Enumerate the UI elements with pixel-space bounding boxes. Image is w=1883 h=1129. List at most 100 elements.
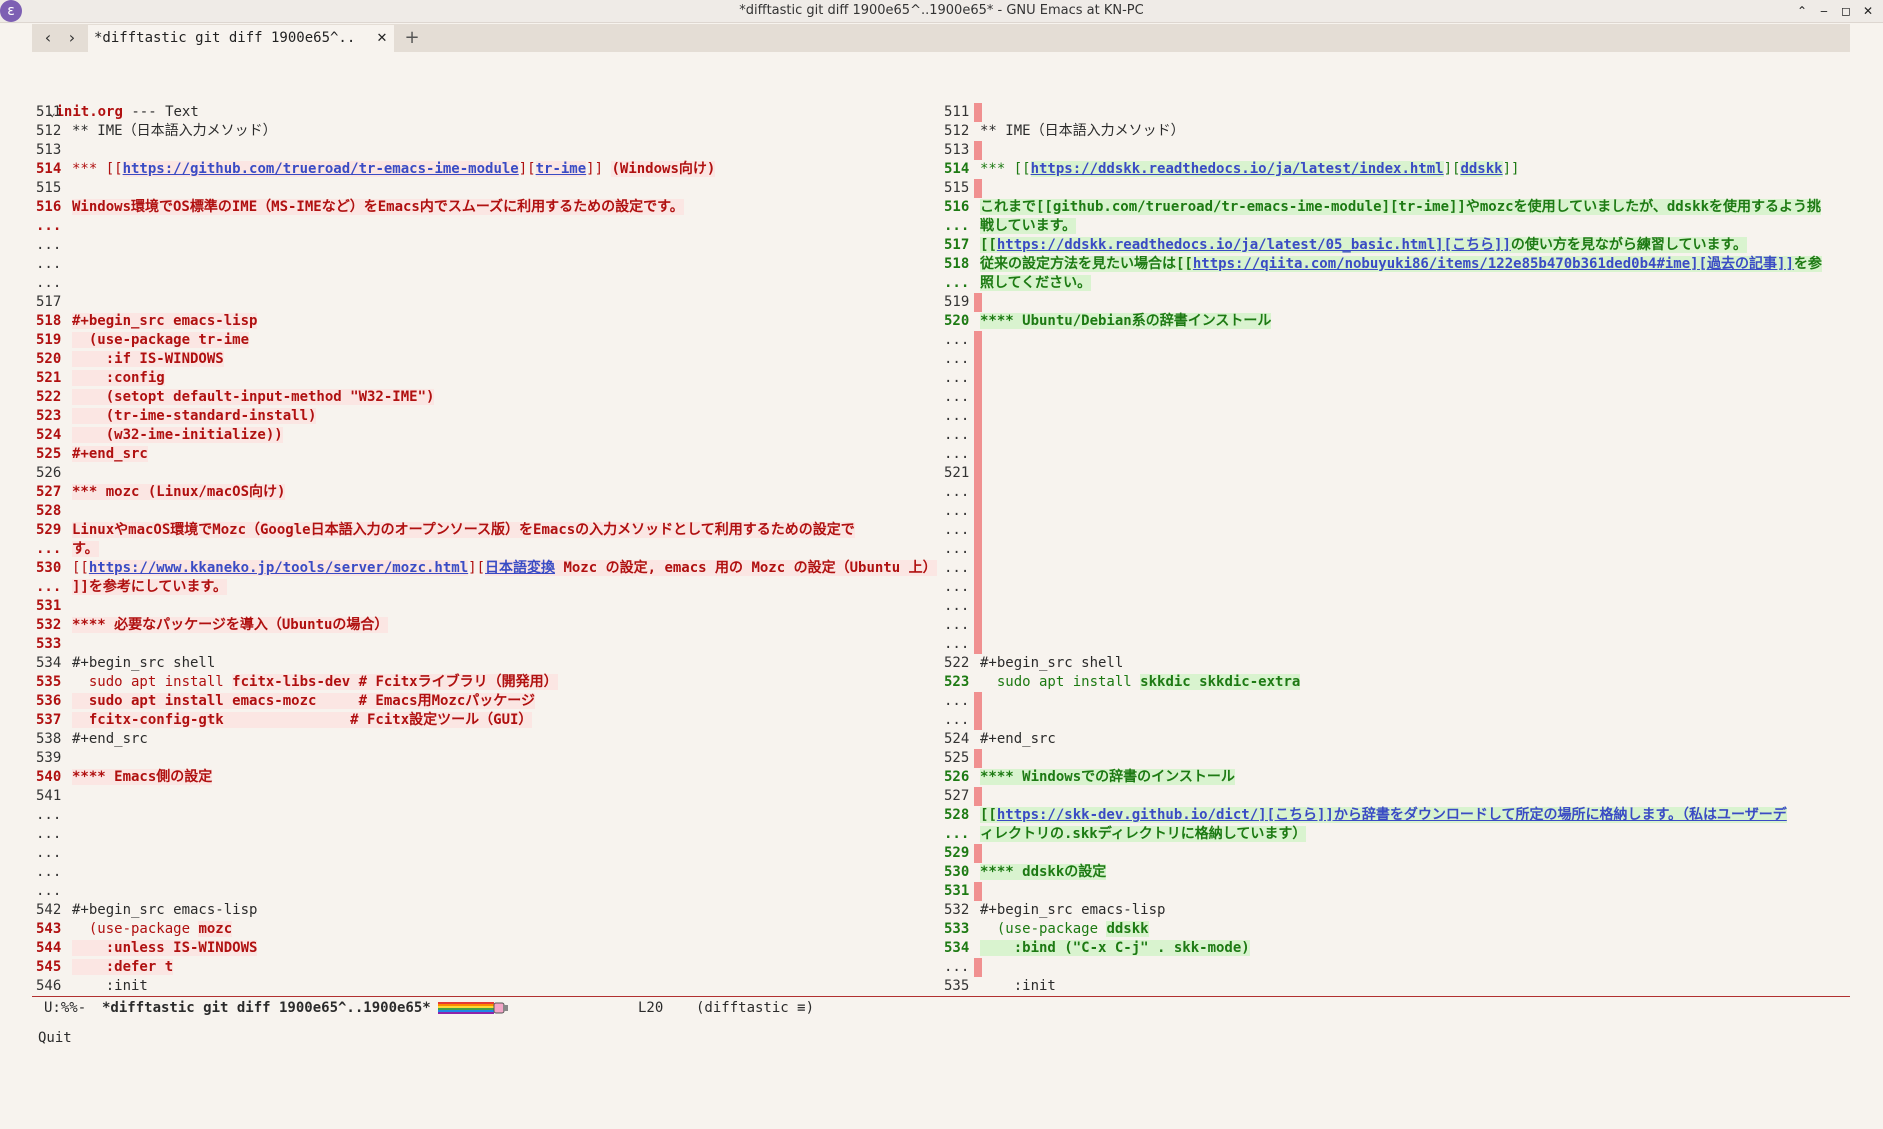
diff-line[interactable]: 517 [[https://ddskk.readthedocs.io/ja/lat…: [944, 236, 1850, 255]
link[interactable]: 日本語変換: [485, 560, 556, 576]
keep-above-icon[interactable]: ⌃: [1792, 0, 1812, 22]
diff-line[interactable]: ...: [36, 255, 936, 274]
diff-line[interactable]: ...: [944, 502, 1850, 521]
diff-line[interactable]: ...: [36, 825, 936, 844]
diff-line[interactable]: 534 #+begin_src shell: [36, 654, 936, 673]
maximize-button[interactable]: ◻: [1836, 0, 1856, 22]
diff-line[interactable]: 528 [[https://skk-dev.github.io/dict/][こち…: [944, 806, 1850, 825]
diff-line[interactable]: 530 **** ddskkの設定: [944, 863, 1850, 882]
diff-line[interactable]: 533: [36, 635, 936, 654]
diff-line[interactable]: 515: [944, 179, 1850, 198]
diff-line[interactable]: 529 LinuxやmacOS環境でMozc（Google日本語入力のオープンソー…: [36, 521, 936, 540]
major-mode[interactable]: (difftastic ≡): [696, 997, 814, 1019]
diff-line[interactable]: 541: [36, 787, 936, 806]
diff-line[interactable]: 535 sudo apt install fcitx-libs-dev # Fc…: [36, 673, 936, 692]
diff-line[interactable]: 545 :defer t: [36, 958, 936, 977]
diff-line[interactable]: 531: [944, 882, 1850, 901]
diff-line[interactable]: 540 **** Emacs側の設定: [36, 768, 936, 787]
diff-line[interactable]: 518 #+begin_src emacs-lisp: [36, 312, 936, 331]
diff-line[interactable]: 511: [36, 103, 936, 122]
diff-line[interactable]: ...: [944, 711, 1850, 730]
diff-line[interactable]: 526: [36, 464, 936, 483]
diff-line[interactable]: 529: [944, 844, 1850, 863]
diff-line[interactable]: ...: [944, 616, 1850, 635]
diff-line[interactable]: 528: [36, 502, 936, 521]
diff-line[interactable]: 531: [36, 597, 936, 616]
diff-line[interactable]: 526 **** Windowsでの辞書のインストール: [944, 768, 1850, 787]
diff-line[interactable]: 522 (setopt default-input-method "W32-IM…: [36, 388, 936, 407]
diff-line[interactable]: 546 :init: [36, 977, 936, 996]
diff-line[interactable]: 521: [944, 464, 1850, 483]
minimize-button[interactable]: ‒: [1814, 0, 1834, 22]
diff-line[interactable]: 513: [36, 141, 936, 160]
diff-line[interactable]: 521 :config: [36, 369, 936, 388]
diff-line[interactable]: 515: [36, 179, 936, 198]
diff-line[interactable]: 539: [36, 749, 936, 768]
diff-line[interactable]: 520 **** Ubuntu/Debian系の辞書インストール: [944, 312, 1850, 331]
diff-line[interactable]: ... 照してください。: [944, 274, 1850, 293]
diff-line[interactable]: ...: [36, 274, 936, 293]
diff-line[interactable]: 514 *** [[https://github.com/trueroad/tr-…: [36, 160, 936, 179]
diff-line[interactable]: ...: [944, 578, 1850, 597]
diff-line[interactable]: ...: [36, 217, 936, 236]
diff-line[interactable]: ... ィレクトリの.skkディレクトリに格納しています）: [944, 825, 1850, 844]
diff-line[interactable]: 542 #+begin_src emacs-lisp: [36, 901, 936, 920]
diff-line[interactable]: 525 #+end_src: [36, 445, 936, 464]
diff-line[interactable]: 527: [944, 787, 1850, 806]
diff-line[interactable]: ...: [944, 692, 1850, 711]
link[interactable]: https://skk-dev.github.io/dict/][こちら]]: [996, 807, 1334, 823]
diff-line[interactable]: 523 sudo apt install skkdic skkdic-extra: [944, 673, 1850, 692]
diff-line[interactable]: ...: [944, 350, 1850, 369]
link[interactable]: https://qiita.com/nobuyuki86/items/122e8…: [1192, 256, 1794, 272]
diff-line[interactable]: 516 これまで[[github.com/trueroad/tr-emacs-im…: [944, 198, 1850, 217]
diff-line[interactable]: ...: [944, 388, 1850, 407]
diff-line[interactable]: 537 fcitx-config-gtk # Fcitx設定ツール（GUI）: [36, 711, 936, 730]
diff-line[interactable]: ...: [944, 426, 1850, 445]
link[interactable]: https://ddskk.readthedocs.io/ja/latest/i…: [1030, 161, 1444, 177]
tab-back-button[interactable]: ‹: [36, 24, 60, 52]
diff-line[interactable]: 524 #+end_src: [944, 730, 1850, 749]
diff-line[interactable]: 519 (use-package tr-ime: [36, 331, 936, 350]
diff-line[interactable]: ...: [944, 521, 1850, 540]
diff-line[interactable]: 532 **** 必要なパッケージを導入（Ubuntuの場合）: [36, 616, 936, 635]
tab-close-icon[interactable]: ✕: [374, 25, 390, 52]
diff-line[interactable]: 518 従来の設定方法を見たい場合は[[https://qiita.com/nob…: [944, 255, 1850, 274]
tab-forward-button[interactable]: ›: [60, 24, 84, 52]
diff-line[interactable]: ...: [944, 559, 1850, 578]
link[interactable]: https://www.kkaneko.jp/tools/server/mozc…: [88, 560, 469, 576]
left-diff-pane[interactable]: 511 512 ** IME（日本語入力メソッド） 513 514 *** [[https…: [36, 103, 937, 996]
diff-line[interactable]: 523 (tr-ime-standard-install): [36, 407, 936, 426]
diff-line[interactable]: ...]]を参考にしています。: [36, 578, 936, 597]
diff-line[interactable]: 530 [[https://www.kkaneko.jp/tools/server…: [36, 559, 937, 578]
link[interactable]: https://github.com/trueroad/tr-emacs-ime…: [122, 161, 519, 177]
minibuffer[interactable]: Quit: [38, 1028, 72, 1048]
diff-line[interactable]: 525: [944, 749, 1850, 768]
link[interactable]: から辞書をダウンロードして所定の場所に格納します。（私はユーザーデ: [1333, 807, 1787, 823]
diff-line[interactable]: ...: [944, 331, 1850, 350]
diff-line[interactable]: ...: [944, 369, 1850, 388]
diff-line[interactable]: 543 (use-package mozc: [36, 920, 936, 939]
diff-line[interactable]: ...: [944, 597, 1850, 616]
diff-line[interactable]: ...: [36, 863, 936, 882]
diff-line[interactable]: 511: [944, 103, 1850, 122]
diff-line[interactable]: 532 #+begin_src emacs-lisp: [944, 901, 1850, 920]
diff-line[interactable]: ...: [944, 483, 1850, 502]
link[interactable]: ddskk: [1460, 161, 1503, 177]
diff-line[interactable]: ... す。: [36, 540, 936, 559]
link[interactable]: tr-ime: [535, 161, 587, 177]
diff-line[interactable]: 519: [944, 293, 1850, 312]
link[interactable]: https://ddskk.readthedocs.io/ja/latest/0…: [996, 237, 1511, 253]
right-diff-pane[interactable]: 511 512 ** IME（日本語入力メソッド） 513 514 *** [[https…: [944, 103, 1850, 996]
diff-line[interactable]: 514 *** [[https://ddskk.readthedocs.io/ja…: [944, 160, 1850, 179]
diff-line[interactable]: ...: [944, 958, 1850, 977]
close-button[interactable]: ✕: [1858, 0, 1878, 22]
diff-line[interactable]: ...: [36, 844, 936, 863]
diff-line[interactable]: ... 戦しています。: [944, 217, 1850, 236]
diff-line[interactable]: ...: [944, 407, 1850, 426]
tab-difftastic[interactable]: *difftastic git diff 1900e65^.. ✕: [88, 25, 394, 52]
diff-line[interactable]: 533 (use-package ddskk: [944, 920, 1850, 939]
diff-line[interactable]: 527 *** mozc (Linux/macOS向け): [36, 483, 936, 502]
diff-line[interactable]: 522 #+begin_src shell: [944, 654, 1850, 673]
diff-line[interactable]: 516 Windows環境でOS標準のIME（MS-IMEなど）をEmacs内でス…: [36, 198, 936, 217]
diff-line[interactable]: ...: [36, 236, 936, 255]
